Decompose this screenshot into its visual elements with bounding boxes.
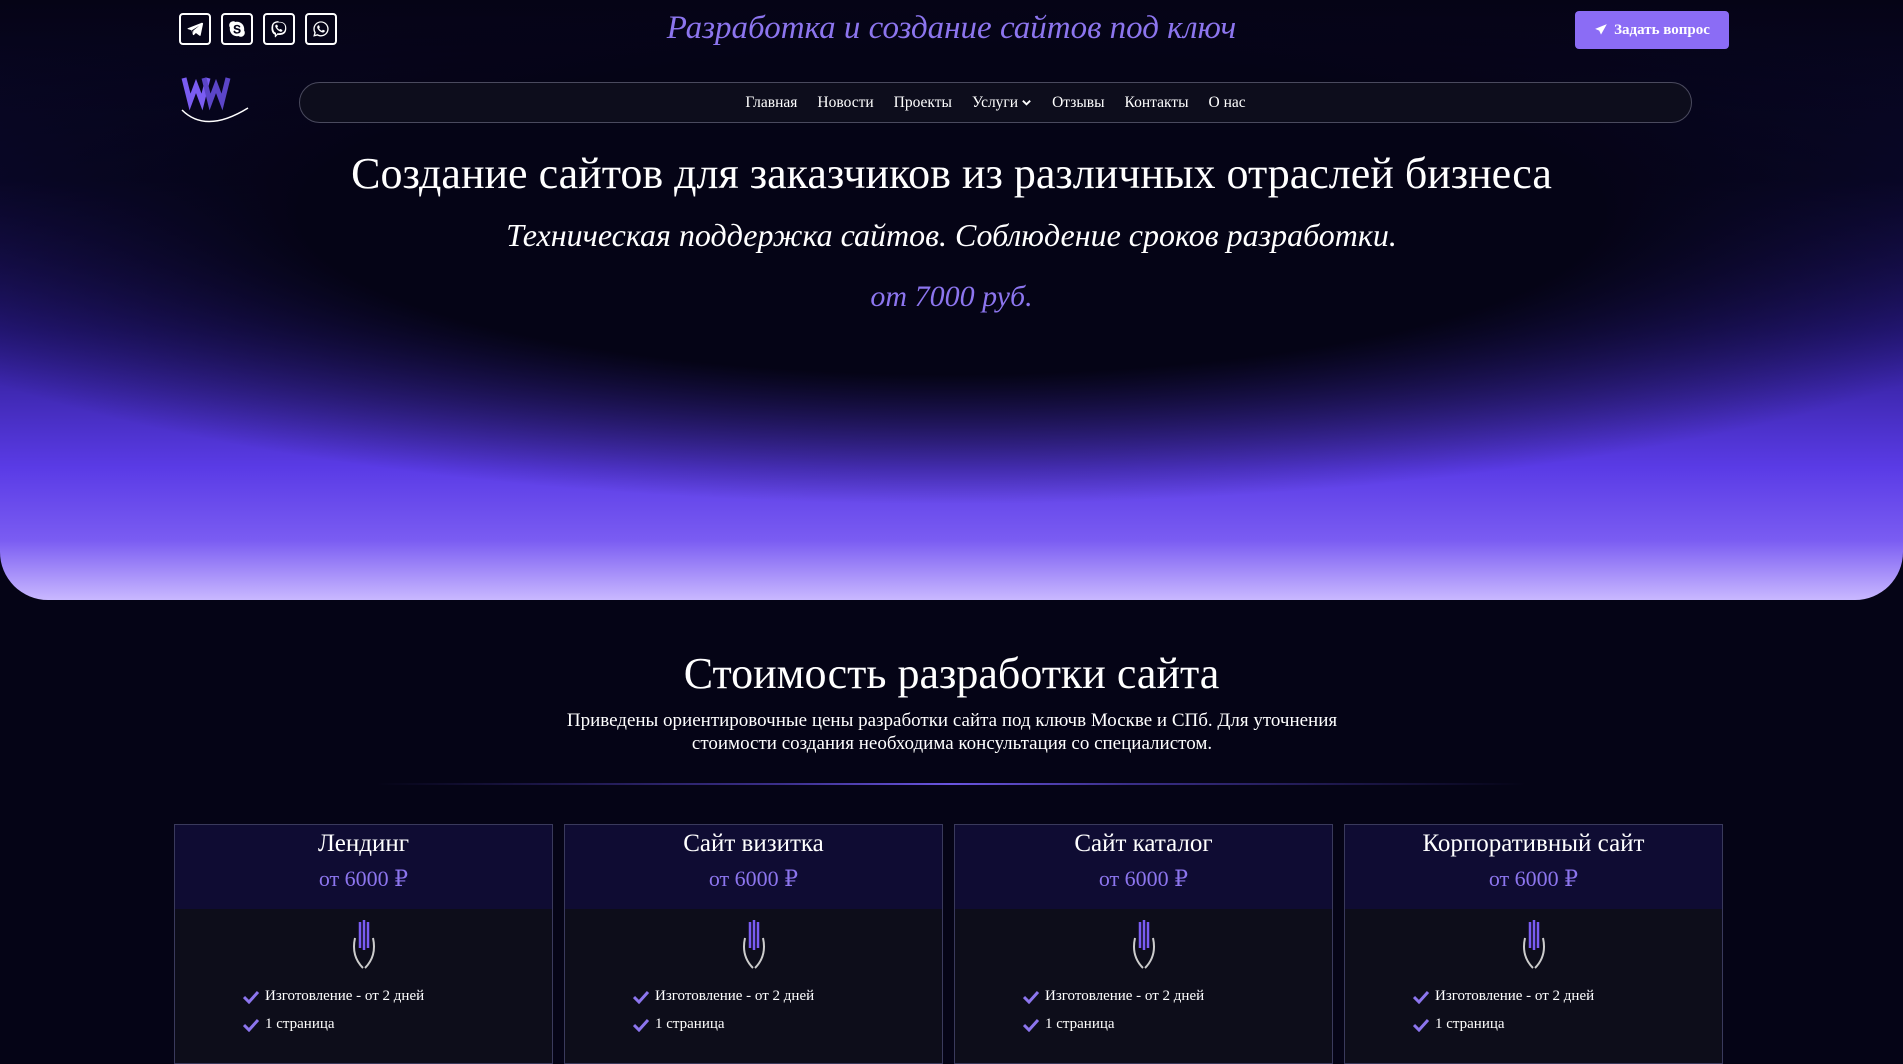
ask-question-button[interactable]: Задать вопрос xyxy=(1575,11,1729,49)
feature-item: 1 страница xyxy=(243,1016,335,1033)
card-price: от 6000 ₽ xyxy=(1488,866,1579,891)
check-icon xyxy=(1413,1018,1429,1032)
feature-text: 1 страница xyxy=(655,1016,725,1032)
check-icon xyxy=(243,1018,259,1032)
feature-text: 1 страница xyxy=(265,1016,335,1032)
hero-title: Создание сайтов для заказчиков из различ… xyxy=(351,149,1552,198)
nav-item-news[interactable]: Новости xyxy=(817,94,873,112)
check-icon xyxy=(633,1018,649,1032)
feature-item: Изготовление - от 2 дней xyxy=(243,988,424,1005)
wreath-icon xyxy=(1522,920,1545,969)
nav-item-home[interactable]: Главная xyxy=(745,94,797,112)
chevron-down-icon xyxy=(1022,100,1031,106)
nav-item-label: Отзывы xyxy=(1052,93,1105,111)
site-logo[interactable] xyxy=(176,72,256,136)
wreath-icon xyxy=(742,920,765,969)
nav-item-label: О нас xyxy=(1208,93,1246,111)
check-icon xyxy=(1023,1018,1039,1032)
check-icon xyxy=(243,990,259,1004)
pricing-card-business-card[interactable]: Сайт визитка от 6000 ₽ Изготовление - от… xyxy=(564,824,943,1064)
feature-item: Изготовление - от 2 дней xyxy=(1413,988,1594,1005)
ask-question-label: Задать вопрос xyxy=(1614,21,1710,38)
card-title: Лендинг xyxy=(318,830,409,857)
feature-text: Изготовление - от 2 дней xyxy=(655,988,815,1004)
feature-item: Изготовление - от 2 дней xyxy=(1023,988,1204,1005)
nav-item-label: Проекты xyxy=(893,93,952,111)
check-icon xyxy=(1023,990,1039,1004)
nav-item-reviews[interactable]: Отзывы xyxy=(1052,94,1104,112)
section-divider xyxy=(376,783,1526,785)
wreath-icon xyxy=(352,920,375,969)
nav-item-about[interactable]: О нас xyxy=(1209,94,1246,112)
feature-item: 1 страница xyxy=(1023,1016,1115,1033)
hero-price: от 7000 руб. xyxy=(870,280,1033,313)
nav-item-contacts[interactable]: Контакты xyxy=(1125,94,1189,112)
feature-text: 1 страница xyxy=(1435,1016,1505,1032)
nav-item-label: Контакты xyxy=(1124,93,1189,111)
nav-item-services[interactable]: Услуги xyxy=(972,94,1032,112)
feature-item: 1 страница xyxy=(633,1016,725,1033)
feature-item: 1 страница xyxy=(1413,1016,1505,1033)
feature-text: Изготовление - от 2 дней xyxy=(1435,988,1595,1004)
hero-subtitle: Техническая поддержка сайтов. Соблюдение… xyxy=(506,217,1397,253)
card-title: Корпоративный сайт xyxy=(1422,830,1645,857)
nav-item-label: Главная xyxy=(745,93,798,111)
pricing-title: Стоимость разработки сайта xyxy=(683,649,1220,698)
feature-text: Изготовление - от 2 дней xyxy=(265,988,425,1004)
feature-text: Изготовление - от 2 дней xyxy=(1045,988,1205,1004)
nav-item-label: Услуги xyxy=(971,93,1019,111)
card-title: Сайт каталог xyxy=(1074,830,1213,857)
pricing-card-catalog[interactable]: Сайт каталог от 6000 ₽ Изготовление - от… xyxy=(954,824,1333,1064)
wreath-icon xyxy=(1132,920,1155,969)
send-icon xyxy=(1595,24,1607,35)
feature-item: Изготовление - от 2 дней xyxy=(633,988,814,1005)
main-nav: Главная Новости Проекты Услуги Отзывы Ко… xyxy=(299,82,1692,123)
pricing-card-corporate[interactable]: Корпоративный сайт от 6000 ₽ Изготовлени… xyxy=(1344,824,1723,1064)
card-title: Сайт визитка xyxy=(683,830,824,857)
card-price: от 6000 ₽ xyxy=(318,866,409,891)
feature-text: 1 страница xyxy=(1045,1016,1115,1032)
check-icon xyxy=(633,990,649,1004)
nav-item-projects[interactable]: Проекты xyxy=(894,94,952,112)
card-price: от 6000 ₽ xyxy=(1098,866,1189,891)
pricing-card-landing[interactable]: Лендинг от 6000 ₽ Изготовление - от 2 дн… xyxy=(174,824,553,1064)
card-price: от 6000 ₽ xyxy=(708,866,799,891)
nav-item-label: Новости xyxy=(817,93,874,111)
pricing-description: Приведены ориентировочные цены разработк… xyxy=(566,710,1338,754)
check-icon xyxy=(1413,990,1429,1004)
